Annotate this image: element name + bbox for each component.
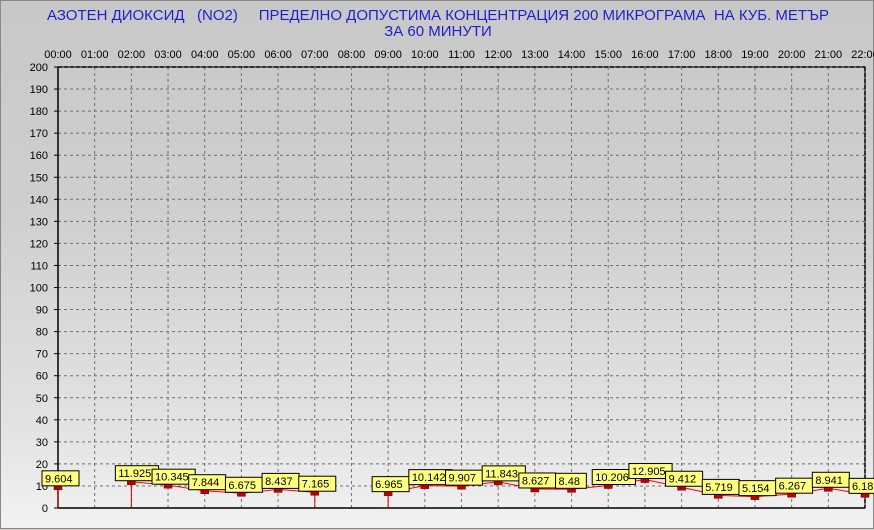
chart-frame: АЗОТЕН ДИОКСИД (NO2) ПРЕДЕЛНО ДОПУСТИМА …	[0, 0, 874, 529]
data-label: 6.187	[852, 481, 874, 493]
y-tick-label: 110	[30, 260, 48, 272]
data-label: 10.142	[412, 472, 446, 484]
data-label: 10.345	[155, 472, 189, 484]
y-tick-label: 20	[36, 459, 48, 471]
y-tick-label: 140	[30, 194, 48, 206]
data-label: 6.267	[779, 481, 807, 493]
x-tick-label: 08:00	[338, 49, 366, 61]
y-tick-label: 180	[30, 106, 48, 118]
x-tick-label: 12:00	[484, 49, 512, 61]
y-tick-label: 70	[36, 349, 48, 361]
x-tick-label: 01:00	[81, 49, 109, 61]
y-tick-label: 120	[30, 238, 48, 250]
x-tick-label: 16:00	[631, 49, 659, 61]
y-tick-label: 190	[30, 84, 48, 96]
y-tick-label: 30	[36, 437, 48, 449]
x-tick-label: 14:00	[558, 49, 586, 61]
x-tick-label: 04:00	[191, 49, 219, 61]
y-tick-label: 90	[36, 305, 48, 317]
x-tick-label: 07:00	[301, 49, 329, 61]
x-tick-label: 03:00	[154, 49, 182, 61]
data-label: 8.437	[265, 476, 293, 488]
y-tick-label: 100	[30, 283, 48, 295]
data-label: 6.675	[228, 480, 256, 492]
data-label: 9.604	[45, 473, 73, 485]
x-tick-label: 02:00	[118, 49, 146, 61]
x-tick-label: 06:00	[264, 49, 292, 61]
data-label: 5.154	[742, 483, 770, 495]
x-tick-label: 10:00	[411, 49, 439, 61]
x-tick-label: 09:00	[374, 49, 402, 61]
y-tick-label: 170	[30, 128, 48, 140]
y-tick-label: 60	[36, 371, 48, 383]
y-tick-label: 40	[36, 415, 48, 427]
y-tick-label: 150	[30, 172, 48, 184]
x-tick-label: 13:00	[521, 49, 549, 61]
y-tick-label: 80	[36, 327, 48, 339]
x-tick-label: 18:00	[705, 49, 733, 61]
y-tick-label: 160	[30, 150, 48, 162]
data-label: 7.165	[302, 479, 330, 491]
data-label: 9.907	[449, 473, 477, 485]
y-tick-label: 200	[30, 62, 48, 74]
data-label: 6.965	[375, 479, 403, 491]
y-tick-label: 130	[30, 216, 48, 228]
x-tick-label: 19:00	[741, 49, 769, 61]
x-tick-label: 21:00	[815, 49, 843, 61]
x-tick-label: 00:00	[44, 49, 72, 61]
y-tick-label: 50	[36, 393, 48, 405]
chart-plot: 00:00 01:00 02:00 03:00 04:00 05:00 06:00 07:00…	[1, 1, 874, 530]
x-tick-label: 22:00	[851, 49, 874, 61]
x-tick-label: 11:00	[448, 49, 475, 61]
data-label: 8.48	[559, 476, 580, 488]
data-label: 11.843	[485, 468, 518, 480]
data-label: 8.627	[522, 475, 550, 487]
y-tick-label: 0	[42, 503, 48, 515]
data-label: 7.844	[192, 477, 220, 489]
x-tick-label: 05:00	[228, 49, 256, 61]
series-segment	[425, 486, 462, 487]
data-label: 9.412	[669, 474, 697, 486]
x-tick-label: 20:00	[778, 49, 806, 61]
data-label: 5.719	[705, 482, 733, 494]
x-tick-label: 15:00	[594, 49, 622, 61]
x-tick-label: 17:00	[668, 49, 696, 61]
data-label: 10.206	[595, 472, 629, 484]
data-label: 11.925	[118, 468, 151, 480]
data-label: 12.905	[632, 466, 666, 478]
data-label: 8.941	[815, 475, 843, 487]
